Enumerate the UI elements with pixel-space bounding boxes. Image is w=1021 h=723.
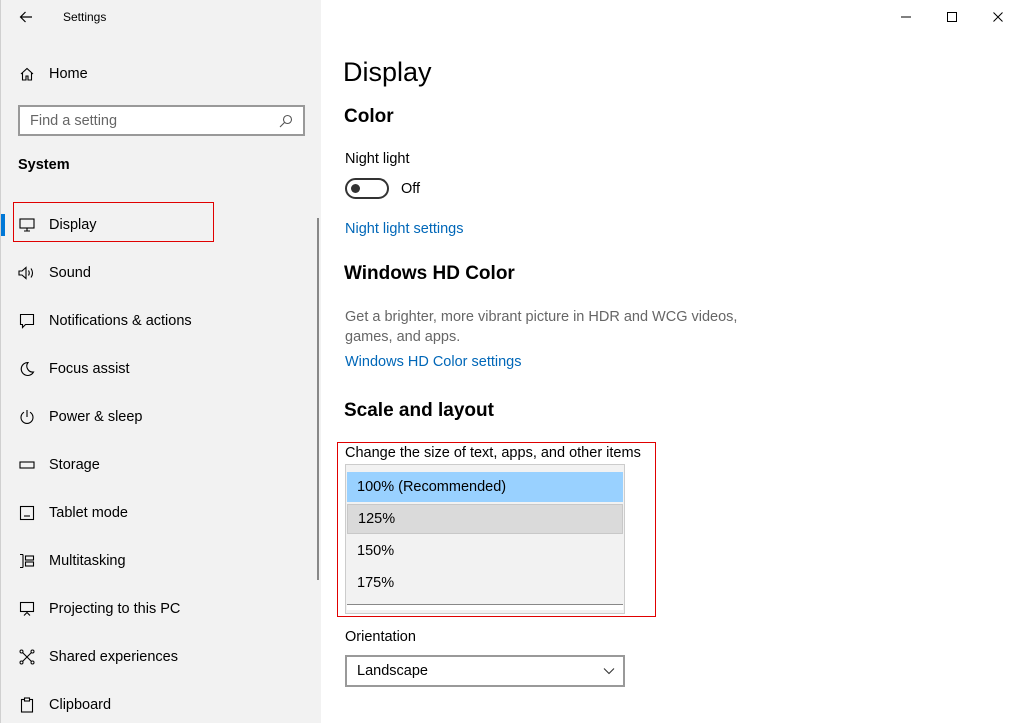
scale-option-125[interactable]: 125%	[347, 504, 623, 534]
speaker-icon	[18, 264, 36, 282]
moon-icon	[18, 360, 36, 378]
clipboard-icon	[18, 696, 36, 714]
night-light-settings-link[interactable]: Night light settings	[345, 221, 463, 237]
tablet-icon	[18, 504, 36, 522]
scale-dropdown-list[interactable]: 100% (Recommended) 125% 150% 175%	[345, 464, 625, 614]
sidebar-item-shared-experiences[interactable]: Shared experiences	[1, 633, 322, 681]
sidebar-item-tablet-mode[interactable]: Tablet mode	[1, 489, 322, 537]
minimize-icon	[901, 16, 911, 18]
night-light-toggle[interactable]	[345, 178, 389, 199]
scale-option-100[interactable]: 100% (Recommended)	[347, 472, 623, 502]
multitasking-icon	[18, 552, 36, 570]
orientation-value: Landscape	[357, 663, 428, 679]
scale-option-150[interactable]: 150%	[347, 536, 623, 566]
toggle-knob	[351, 184, 360, 193]
sidebar-item-label: Notifications & actions	[49, 313, 192, 329]
sidebar-item-storage[interactable]: Storage	[1, 441, 322, 489]
dropdown-underlying-combo	[347, 604, 623, 610]
home-label: Home	[49, 66, 88, 82]
scale-label: Change the size of text, apps, and other…	[345, 445, 641, 461]
orientation-label: Orientation	[345, 629, 416, 645]
sidebar-item-projecting[interactable]: Projecting to this PC	[1, 585, 322, 633]
sidebar-item-power-sleep[interactable]: Power & sleep	[1, 393, 322, 441]
sidebar-nav: Display Sound Notifications & actions Fo…	[1, 201, 322, 723]
search-input[interactable]	[20, 112, 277, 129]
app-title: Settings	[63, 10, 107, 24]
close-button[interactable]	[975, 0, 1021, 34]
night-light-state: Off	[401, 180, 421, 197]
sidebar-item-multitasking[interactable]: Multitasking	[1, 537, 322, 585]
maximize-icon	[947, 12, 957, 22]
storage-icon	[18, 456, 36, 474]
orientation-dropdown[interactable]: Landscape	[345, 655, 625, 687]
heading-color: Color	[344, 106, 394, 127]
sidebar: Settings Home System Display Sound	[0, 0, 321, 723]
chevron-down-icon	[603, 668, 615, 675]
page-title: Display	[343, 57, 432, 87]
main-content: Display Color Night light Off Night ligh…	[321, 0, 1021, 723]
monitor-icon	[18, 216, 36, 234]
night-light-label: Night light	[345, 151, 410, 167]
sidebar-item-label: Focus assist	[49, 361, 130, 377]
sidebar-item-notifications[interactable]: Notifications & actions	[1, 297, 322, 345]
sidebar-item-label: Storage	[49, 457, 100, 473]
sidebar-item-home[interactable]: Home	[1, 58, 322, 90]
sidebar-item-label: Clipboard	[49, 697, 112, 713]
home-icon	[18, 65, 36, 83]
title-bar: Settings	[1, 0, 322, 34]
sidebar-item-label: Multitasking	[49, 553, 126, 569]
search-box[interactable]	[18, 105, 305, 136]
close-icon	[993, 12, 1003, 22]
minimize-button[interactable]	[883, 0, 929, 34]
sidebar-item-display[interactable]: Display	[1, 201, 322, 249]
shared-icon	[18, 648, 36, 666]
sidebar-item-focus-assist[interactable]: Focus assist	[1, 345, 322, 393]
sidebar-item-label: Shared experiences	[49, 649, 178, 665]
hd-color-description: Get a brighter, more vibrant picture in …	[345, 309, 738, 345]
heading-scale-layout: Scale and layout	[344, 400, 494, 421]
search-icon[interactable]	[277, 112, 295, 130]
sidebar-item-sound[interactable]: Sound	[1, 249, 322, 297]
back-button[interactable]	[13, 6, 39, 28]
sidebar-item-label: Power & sleep	[49, 409, 143, 425]
heading-hd-color: Windows HD Color	[344, 263, 515, 284]
projecting-icon	[18, 600, 36, 618]
power-icon	[18, 408, 36, 426]
section-label-system: System	[18, 157, 70, 173]
hd-color-settings-link[interactable]: Windows HD Color settings	[345, 354, 521, 370]
sidebar-item-label: Display	[49, 217, 97, 233]
sidebar-scrollbar[interactable]	[317, 218, 319, 580]
scale-option-175[interactable]: 175%	[347, 568, 623, 598]
window-controls	[883, 0, 1021, 34]
back-arrow-icon	[19, 11, 32, 23]
sidebar-item-label: Sound	[49, 265, 91, 281]
sidebar-item-label: Tablet mode	[49, 505, 128, 521]
sidebar-item-label: Projecting to this PC	[49, 601, 181, 617]
night-light-toggle-group: Off	[345, 178, 420, 199]
notification-icon	[18, 312, 36, 330]
sidebar-item-clipboard[interactable]: Clipboard	[1, 681, 322, 723]
maximize-button[interactable]	[929, 0, 975, 34]
